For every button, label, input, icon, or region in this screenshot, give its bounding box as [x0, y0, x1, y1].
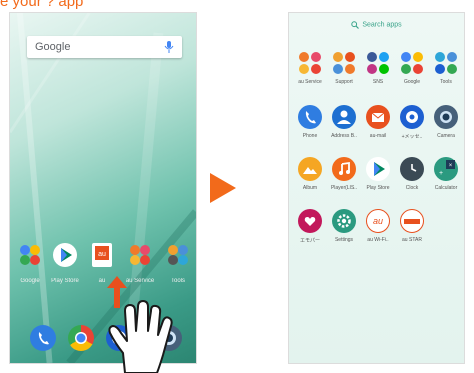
- app-label: au Service: [298, 79, 322, 85]
- app-sns[interactable]: SNS: [361, 51, 395, 85]
- hand-gesture-icon: [108, 300, 173, 373]
- next-step-arrow-icon: [210, 173, 236, 203]
- album-icon: [298, 157, 322, 181]
- google-search-bar[interactable]: Google: [27, 36, 182, 58]
- app-label: au-mail: [369, 133, 387, 139]
- phone-icon: [298, 105, 322, 129]
- home-app-label: Play Store: [51, 278, 79, 284]
- calculator-icon: × +: [434, 157, 458, 181]
- app-label: Support: [335, 79, 353, 85]
- app-label: Phone: [302, 133, 318, 139]
- clock-icon: [400, 157, 424, 181]
- app-google[interactable]: Google: [395, 51, 429, 85]
- app-au-star[interactable]: au STAR: [395, 209, 429, 243]
- app-support[interactable]: Support: [327, 51, 361, 85]
- home-app-row: Google Play Store au au au Service Tools: [12, 243, 196, 289]
- mail-icon: [366, 105, 390, 129]
- au-wifi-icon: au: [366, 209, 390, 233]
- page-title: e your ? app: [0, 0, 84, 10]
- folder-icon: [298, 51, 322, 75]
- home-app-label: Tools: [170, 278, 185, 284]
- contacts-icon: [332, 105, 356, 129]
- svg-text:+: +: [439, 170, 443, 177]
- app-album[interactable]: Album: [293, 157, 327, 191]
- app-label: +メッセ..: [401, 134, 423, 140]
- svg-text:au: au: [373, 216, 383, 226]
- app-phone[interactable]: Phone: [293, 105, 327, 139]
- folder-icon: [434, 51, 458, 75]
- app-clock[interactable]: Clock: [395, 157, 429, 191]
- app-drawer: Search apps au Service Support SNS Googl…: [288, 12, 465, 364]
- home-app-label: au Service: [125, 278, 155, 284]
- app-label: Album: [302, 185, 318, 191]
- camera-icon: [434, 105, 458, 129]
- app-settings[interactable]: Settings: [327, 209, 361, 243]
- folder-icon: [20, 245, 40, 265]
- app-label: Google: [403, 79, 421, 85]
- app-label: au Wi-Fi..: [367, 237, 389, 243]
- app-label: SNS: [372, 79, 384, 85]
- app-camera[interactable]: Camera: [429, 105, 463, 139]
- app-label: Camera: [437, 133, 455, 139]
- folder-icon: [130, 245, 150, 265]
- folder-icon: [168, 245, 188, 265]
- music-icon: [332, 157, 356, 181]
- app-label: Clock: [405, 185, 419, 191]
- home-screen: Google Google Play Store au au au Servic…: [9, 12, 197, 373]
- chrome-icon[interactable]: [68, 325, 94, 351]
- phone-icon[interactable]: [30, 325, 56, 351]
- search-icon: [351, 21, 360, 29]
- home-app-au-service[interactable]: au Service: [122, 243, 158, 284]
- app-label: Address B..: [331, 133, 357, 139]
- svg-text:au: au: [98, 251, 106, 258]
- search-apps-bar[interactable]: Search apps: [289, 21, 464, 29]
- emopa-icon: [298, 209, 322, 233]
- app-au-mail[interactable]: au-mail: [361, 105, 395, 139]
- folder-icon: [332, 51, 356, 75]
- app-player[interactable]: Player(LIS..: [327, 157, 361, 191]
- app-tools[interactable]: Tools: [429, 51, 463, 85]
- search-apps-placeholder: Search apps: [362, 21, 402, 29]
- messages-icon: [400, 105, 424, 129]
- svg-text:×: ×: [449, 163, 453, 169]
- app-label: Calculator: [434, 185, 458, 191]
- app-label: Settings: [334, 237, 354, 243]
- app-emopa[interactable]: エモパー: [293, 209, 327, 244]
- google-search-label: Google: [35, 41, 71, 53]
- microphone-icon[interactable]: [164, 41, 174, 53]
- settings-icon: [332, 209, 356, 233]
- app-calculator[interactable]: × + Calculator: [429, 157, 463, 191]
- app-label: Play Store: [366, 185, 390, 191]
- app-plus-message[interactable]: +メッセ..: [395, 105, 429, 140]
- app-label: エモパー: [299, 238, 320, 244]
- app-label: Player(LIS..: [330, 185, 358, 191]
- home-app-label: Google: [20, 278, 40, 284]
- home-app-tools[interactable]: Tools: [160, 243, 196, 284]
- play-store-icon: [53, 243, 77, 267]
- app-au-service[interactable]: au Service: [293, 51, 327, 85]
- home-app-play-store[interactable]: Play Store: [47, 243, 83, 284]
- play-store-icon: [366, 157, 390, 181]
- app-address-book[interactable]: Address B..: [327, 105, 361, 139]
- app-label: Tools: [440, 79, 452, 85]
- folder-icon: [400, 51, 424, 75]
- au-star-icon: [400, 209, 424, 233]
- app-play-store[interactable]: Play Store: [361, 157, 395, 191]
- home-app-google[interactable]: Google: [12, 243, 48, 284]
- au-icon: au: [92, 243, 112, 267]
- folder-icon: [366, 51, 390, 75]
- app-label: au STAR: [402, 237, 422, 243]
- app-au-wifi[interactable]: au au Wi-Fi..: [361, 209, 395, 243]
